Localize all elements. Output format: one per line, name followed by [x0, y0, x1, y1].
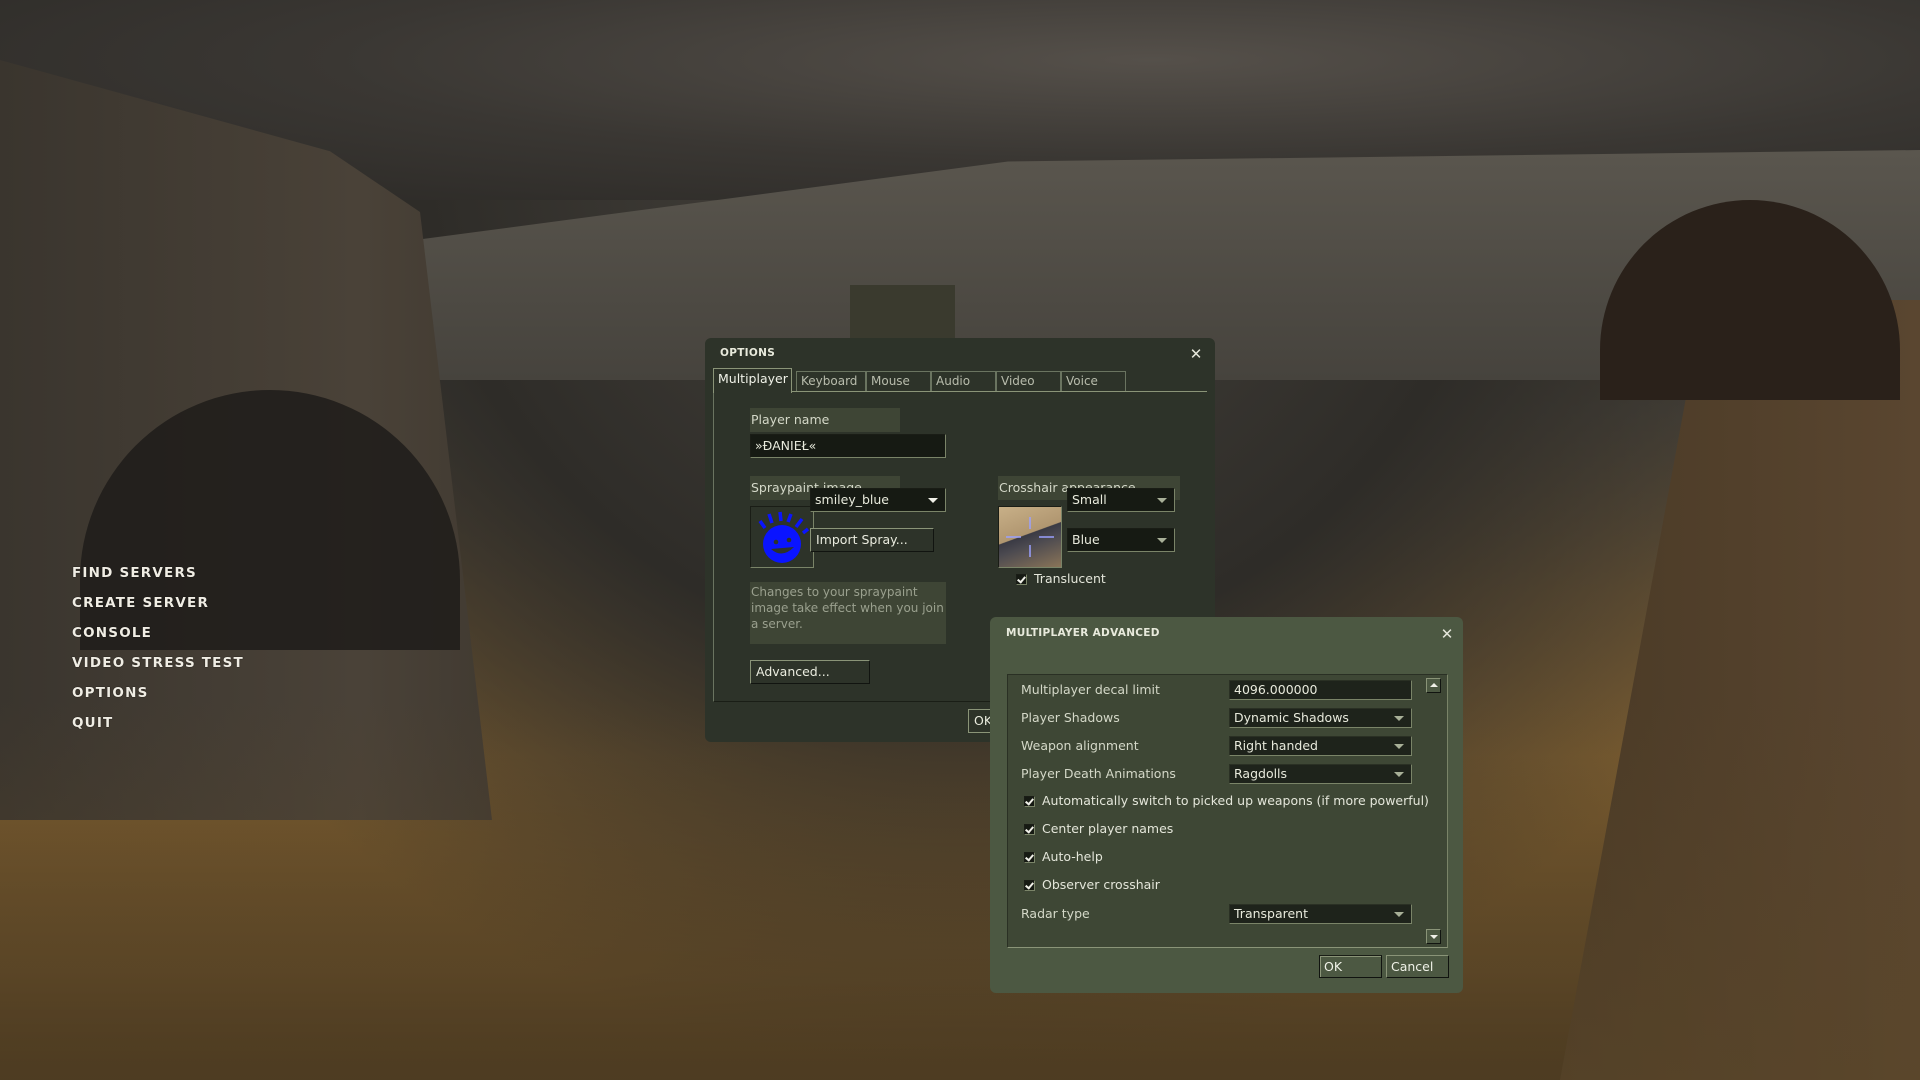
player-shadows-select[interactable]: Dynamic Shadows [1229, 708, 1412, 728]
smiley-spray-icon [758, 511, 810, 563]
center-player-names-label: Center player names [1042, 821, 1174, 836]
background-floor [0, 700, 1920, 1080]
spray-preview [750, 506, 814, 568]
menu-options[interactable]: OPTIONS [72, 683, 244, 713]
chevron-down-icon [928, 498, 938, 503]
spray-hint-text: Changes to your spraypaint image take ef… [750, 582, 946, 644]
chevron-down-icon [1394, 912, 1404, 917]
chevron-down-icon [1394, 716, 1404, 721]
death-animations-select[interactable]: Ragdolls [1229, 764, 1412, 784]
crosshair-icon [1006, 517, 1054, 557]
death-animations-value: Ragdolls [1234, 766, 1288, 781]
tab-audio[interactable]: Audio [931, 371, 996, 392]
scroll-up-button[interactable] [1426, 678, 1441, 693]
player-shadows-value: Dynamic Shadows [1234, 710, 1349, 725]
auto-help-label: Auto-help [1042, 849, 1103, 864]
chevron-down-icon [1157, 538, 1167, 543]
tab-multiplayer[interactable]: Multiplayer [713, 368, 792, 393]
crosshair-preview [998, 506, 1062, 568]
observer-crosshair-checkbox[interactable] [1024, 880, 1035, 891]
menu-quit[interactable]: QUIT [72, 713, 244, 743]
tab-bar: Multiplayer Keyboard Mouse Audio Video V… [713, 368, 1207, 393]
observer-crosshair-label: Observer crosshair [1042, 877, 1160, 892]
player-name-label: Player name [750, 408, 900, 432]
chevron-down-icon [1394, 772, 1404, 777]
auto-help-checkbox[interactable] [1024, 852, 1035, 863]
translucent-label: Translucent [1034, 571, 1106, 586]
weapon-alignment-select[interactable]: Right handed [1229, 736, 1412, 756]
advanced-settings-list: Multiplayer decal limit 4096.000000 Play… [1007, 674, 1448, 948]
player-name-input[interactable]: »ĐANIEŁ« [750, 434, 946, 458]
cancel-button[interactable]: Cancel [1386, 955, 1449, 978]
crosshair-color-select[interactable]: Blue [1067, 528, 1175, 552]
weapon-alignment-value: Right handed [1234, 738, 1318, 753]
ok-button[interactable]: OK [1319, 955, 1382, 978]
tab-mouse[interactable]: Mouse [866, 371, 931, 392]
tab-video[interactable]: Video [996, 371, 1061, 392]
decal-limit-input[interactable]: 4096.000000 [1229, 680, 1412, 700]
menu-create-server[interactable]: CREATE SERVER [72, 593, 244, 623]
menu-console[interactable]: CONSOLE [72, 623, 244, 653]
close-icon[interactable]: ✕ [1439, 626, 1455, 642]
import-spray-button[interactable]: Import Spray... [810, 528, 934, 552]
multiplayer-advanced-dialog: MULTIPLAYER ADVANCED ✕ Multiplayer decal… [990, 617, 1463, 993]
tab-keyboard[interactable]: Keyboard [796, 371, 866, 392]
scroll-down-button[interactable] [1426, 929, 1441, 944]
weapon-alignment-label: Weapon alignment [1021, 738, 1139, 753]
crosshair-size-select[interactable]: Small [1067, 488, 1175, 512]
chevron-down-icon [1157, 498, 1167, 503]
menu-find-servers[interactable]: FIND SERVERS [72, 563, 244, 593]
translucent-checkbox[interactable] [1016, 574, 1027, 585]
spray-select[interactable]: smiley_blue [810, 488, 946, 512]
menu-video-stress-test[interactable]: VIDEO STRESS TEST [72, 653, 244, 683]
center-player-names-checkbox[interactable] [1024, 824, 1035, 835]
death-animations-label: Player Death Animations [1021, 766, 1176, 781]
advanced-button[interactable]: Advanced... [750, 660, 870, 684]
main-menu: FIND SERVERS CREATE SERVER CONSOLE VIDEO… [72, 563, 244, 743]
decal-limit-label: Multiplayer decal limit [1021, 682, 1160, 697]
dialog-title: OPTIONS [720, 347, 776, 359]
radar-type-label: Radar type [1021, 906, 1090, 921]
dialog-title: MULTIPLAYER ADVANCED [1006, 627, 1160, 639]
auto-switch-weapons-checkbox[interactable] [1024, 796, 1035, 807]
radar-type-value: Transparent [1234, 906, 1309, 921]
auto-switch-weapons-label: Automatically switch to picked up weapon… [1042, 793, 1429, 808]
chevron-down-icon [1394, 744, 1404, 749]
arrow-down-icon [1430, 935, 1438, 939]
arrow-up-icon [1430, 683, 1438, 687]
spray-select-value: smiley_blue [815, 492, 889, 507]
radar-type-select[interactable]: Transparent [1229, 904, 1412, 924]
crosshair-size-value: Small [1072, 492, 1107, 507]
tab-voice[interactable]: Voice [1061, 371, 1126, 392]
crosshair-color-value: Blue [1072, 532, 1100, 547]
player-shadows-label: Player Shadows [1021, 710, 1120, 725]
close-icon[interactable]: ✕ [1188, 346, 1204, 362]
